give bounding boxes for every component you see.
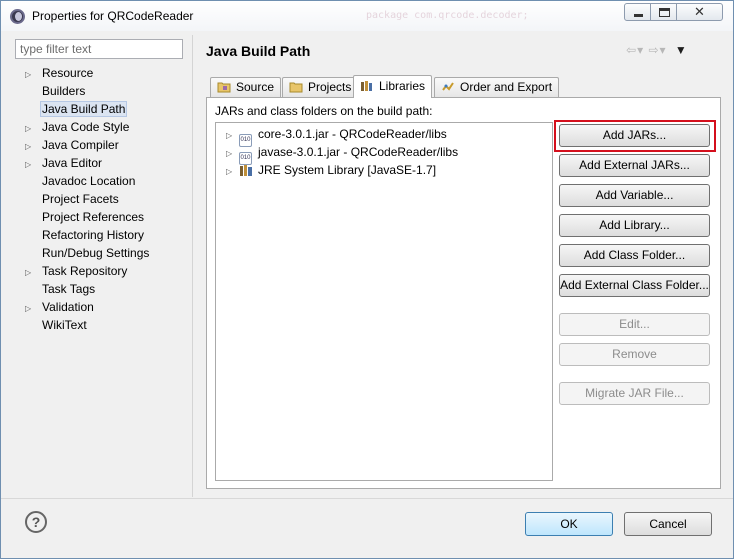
forward-menu-icon[interactable]: ▾ (660, 43, 667, 57)
tree-item-resource[interactable]: ▷ Resource (25, 64, 95, 82)
forward-icon[interactable]: ⇨ (648, 43, 659, 57)
list-item-jre-system-library[interactable]: ▷ JRE System Library [JavaSE-1.7] (226, 161, 436, 179)
migrate-jar-button[interactable]: Migrate JAR File... (559, 382, 710, 405)
tree-item-label: Java Code Style (42, 120, 130, 134)
add-class-folder-button[interactable]: Add Class Folder... (559, 244, 710, 267)
edit-button[interactable]: Edit... (559, 313, 710, 336)
libraries-icon (361, 81, 372, 91)
tree-item-label: WikiText (42, 318, 87, 332)
tab-projects[interactable]: Projects (282, 77, 359, 97)
tree-item-task-repository[interactable]: ▷ Task Repository (25, 262, 129, 280)
tree-item-label: Project References (42, 210, 145, 224)
add-library-button[interactable]: Add Library... (559, 214, 710, 237)
tab-libraries[interactable]: Libraries (353, 75, 433, 98)
close-icon: ✕ (694, 4, 705, 19)
list-item-label: JRE System Library [JavaSE-1.7] (258, 163, 437, 177)
tree-item-label: Javadoc Location (42, 174, 136, 188)
tree-item-label: Java Build Path (40, 101, 128, 117)
tab-order-and-export[interactable]: Order and Export (434, 77, 560, 97)
eclipse-icon (10, 9, 25, 24)
tree-item-java-editor[interactable]: ▷ Java Editor (25, 154, 104, 172)
remove-button[interactable]: Remove (559, 343, 710, 366)
sash-divider[interactable] (192, 35, 193, 497)
add-external-jars-button[interactable]: Add External JARs... (559, 154, 710, 177)
window-title: Properties for QRCodeReader (32, 9, 194, 23)
library-icon (240, 165, 252, 176)
order-export-icon (442, 82, 454, 91)
tree-item-run-debug-settings[interactable]: Run/Debug Settings (25, 244, 151, 262)
title-bar[interactable]: Properties for QRCodeReader package com.… (1, 1, 733, 31)
expand-arrow-icon[interactable]: ▷ (226, 163, 239, 181)
maximize-icon (659, 8, 670, 17)
tree-item-wikitext[interactable]: WikiText (25, 316, 89, 334)
tree-item-label: Java Compiler (42, 138, 119, 152)
add-external-class-folder-button[interactable]: Add External Class Folder... (559, 274, 710, 297)
properties-dialog: Properties for QRCodeReader package com.… (0, 0, 734, 559)
list-item-label: javase-3.0.1.jar - QRCodeReader/libs (258, 145, 459, 159)
tree-item-label: Refactoring History (42, 228, 145, 242)
tree-item-label: Resource (42, 66, 94, 80)
maximize-button[interactable] (650, 3, 677, 21)
tree-item-builders[interactable]: Builders (25, 82, 87, 100)
tree-item-java-code-style[interactable]: ▷ Java Code Style (25, 118, 131, 136)
history-navigation: ⇦▾ ⇨▾ ▼ (626, 43, 688, 57)
list-item-label: core-3.0.1.jar - QRCodeReader/libs (258, 127, 447, 141)
cancel-button[interactable]: Cancel (624, 512, 712, 536)
source-folder-icon (217, 82, 231, 93)
tree-item-label: Java Editor (42, 156, 103, 170)
build-path-list[interactable]: ▷ 010 core-3.0.1.jar - QRCodeReader/libs ▷… (215, 122, 553, 481)
back-menu-icon[interactable]: ▾ (637, 43, 644, 57)
projects-icon (289, 82, 303, 93)
minimize-icon (634, 14, 643, 17)
add-jars-button[interactable]: Add JARs... (559, 124, 710, 147)
add-variable-button[interactable]: Add Variable... (559, 184, 710, 207)
tree-item-label: Run/Debug Settings (42, 246, 150, 260)
tab-label: Source (236, 80, 275, 94)
tree-item-validation[interactable]: ▷ Validation (25, 298, 96, 316)
tab-source[interactable]: Source (210, 77, 282, 97)
ok-button[interactable]: OK (525, 512, 613, 536)
tab-label: Projects (308, 80, 352, 94)
tab-label: Order and Export (460, 80, 553, 94)
tree-item-project-references[interactable]: Project References (25, 208, 146, 226)
tab-label: Libraries (379, 79, 426, 93)
page-title: Java Build Path (206, 43, 311, 59)
back-icon[interactable]: ⇦ (626, 43, 637, 57)
list-item-javase-jar[interactable]: ▷ 010 javase-3.0.1.jar - QRCodeReader/libs (226, 143, 459, 165)
tree-item-refactoring-history[interactable]: Refactoring History (25, 226, 146, 244)
footer-divider (1, 498, 733, 499)
tree-item-label: Validation (42, 300, 94, 314)
background-editor-text: package com.qrcode.decoder; (366, 10, 529, 21)
filter-input[interactable] (15, 39, 183, 59)
tree-item-label: Task Tags (42, 282, 96, 296)
minimize-button[interactable] (624, 3, 651, 21)
view-menu-icon[interactable]: ▼ (675, 43, 688, 57)
tree-item-project-facets[interactable]: Project Facets (25, 190, 121, 208)
tree-item-label: Task Repository (42, 264, 128, 278)
tree-item-task-tags[interactable]: Task Tags (25, 280, 97, 298)
help-button[interactable]: ? (25, 511, 47, 533)
tree-item-label: Builders (42, 84, 86, 98)
tree-item-label: Project Facets (42, 192, 119, 206)
build-path-label: JARs and class folders on the build path… (215, 104, 433, 118)
close-button[interactable]: ✕ (676, 3, 723, 21)
list-item-core-jar[interactable]: ▷ 010 core-3.0.1.jar - QRCodeReader/libs (226, 125, 447, 147)
tree-item-java-build-path[interactable]: Java Build Path (25, 100, 128, 118)
tree-item-java-compiler[interactable]: ▷ Java Compiler (25, 136, 121, 154)
tree-item-javadoc-location[interactable]: Javadoc Location (25, 172, 137, 190)
